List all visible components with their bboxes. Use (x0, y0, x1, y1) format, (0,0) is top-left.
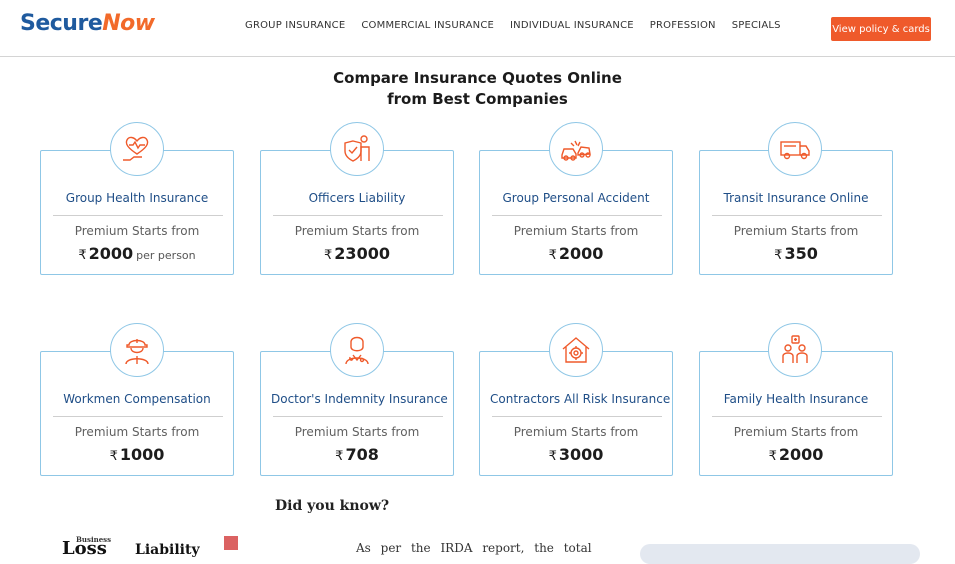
card-divider (492, 416, 662, 417)
card-divider (492, 215, 662, 216)
price-unit: per person (136, 249, 196, 262)
price-amount: 1000 (119, 445, 165, 464)
page-heading: Compare Insurance Quotes Online from Bes… (0, 68, 955, 110)
card-subtitle: Premium Starts from (294, 224, 420, 238)
card-price: ₹2000 per person (41, 244, 233, 263)
card-title: Contractors All Risk Insurance (490, 392, 671, 406)
card-title: Family Health Insurance (723, 392, 869, 406)
heart-hand-icon (110, 122, 164, 176)
rupee-icon: ₹ (548, 248, 557, 263)
card-price: ₹1000 (41, 445, 233, 464)
snippet-image-fragment (224, 536, 238, 550)
rupee-icon: ₹ (324, 248, 333, 263)
card-price: ₹2000 (700, 445, 892, 464)
snippet-loss: Loss (62, 538, 107, 559)
card-title: Group Personal Accident (502, 191, 650, 205)
price-amount: 2000 (558, 244, 604, 263)
doctor-icon (330, 323, 384, 377)
card-price: ₹708 (261, 445, 453, 464)
main-nav: GROUP INSURANCE COMMERCIAL INSURANCE IND… (245, 20, 797, 31)
house-gear-icon (549, 323, 603, 377)
price-amount: 708 (345, 445, 379, 464)
rupee-icon: ₹ (548, 449, 557, 464)
family-icon (768, 323, 822, 377)
card-subtitle: Premium Starts from (294, 425, 420, 439)
rupee-icon: ₹ (774, 248, 783, 263)
site-header: SecureNow GROUP INSURANCE COMMERCIAL INS… (0, 0, 955, 57)
chat-bubble[interactable] (640, 544, 920, 564)
card-title: Workmen Compensation (63, 392, 211, 406)
did-you-know-heading: Did you know? (275, 498, 390, 514)
card-title: Officers Liability (308, 191, 406, 205)
rupee-icon: ₹ (335, 449, 344, 464)
logo-secure: Secure (20, 11, 103, 36)
nav-profession[interactable]: PROFESSION (650, 20, 716, 31)
card-title: Group Health Insurance (65, 191, 209, 205)
heading-line-2: from Best Companies (387, 90, 568, 108)
nav-commercial-insurance[interactable]: COMMERCIAL INSURANCE (361, 20, 494, 31)
price-amount: 350 (784, 244, 818, 263)
card-subtitle: Premium Starts from (513, 425, 639, 439)
shield-person-icon (330, 122, 384, 176)
car-accident-icon (549, 122, 603, 176)
price-amount: 2000 (88, 244, 134, 263)
snippet-liability: Liability (135, 542, 200, 558)
rupee-icon: ₹ (768, 449, 777, 464)
truck-icon (768, 122, 822, 176)
logo[interactable]: SecureNow (20, 11, 155, 36)
price-amount: 2000 (778, 445, 824, 464)
card-title: Transit Insurance Online (723, 191, 869, 205)
rupee-icon: ₹ (109, 449, 118, 464)
card-subtitle: Premium Starts from (74, 224, 200, 238)
card-divider (53, 416, 223, 417)
card-price: ₹2000 (480, 244, 672, 263)
card-subtitle: Premium Starts from (733, 425, 859, 439)
card-title: Doctor's Indemnity Insurance (271, 392, 448, 406)
card-divider (273, 215, 443, 216)
card-subtitle: Premium Starts from (733, 224, 859, 238)
irda-report-text: As per the IRDA report, the total (356, 541, 592, 555)
rupee-icon: ₹ (78, 248, 87, 263)
view-policy-button[interactable]: View policy & cards (831, 17, 931, 41)
card-divider (53, 215, 223, 216)
nav-individual-insurance[interactable]: INDIVIDUAL INSURANCE (510, 20, 634, 31)
card-subtitle: Premium Starts from (513, 224, 639, 238)
price-amount: 3000 (558, 445, 604, 464)
nav-group-insurance[interactable]: GROUP INSURANCE (245, 20, 345, 31)
card-price: ₹3000 (480, 445, 672, 464)
nav-specials[interactable]: SPECIALS (732, 20, 781, 31)
card-price: ₹350 (700, 244, 892, 263)
card-subtitle: Premium Starts from (74, 425, 200, 439)
card-divider (712, 416, 882, 417)
price-amount: 23000 (334, 244, 390, 263)
card-divider (712, 215, 882, 216)
worker-helmet-icon (110, 323, 164, 377)
logo-now: Now (102, 11, 155, 36)
card-divider (273, 416, 443, 417)
card-price: ₹23000 (261, 244, 453, 263)
heading-line-1: Compare Insurance Quotes Online (333, 69, 622, 87)
